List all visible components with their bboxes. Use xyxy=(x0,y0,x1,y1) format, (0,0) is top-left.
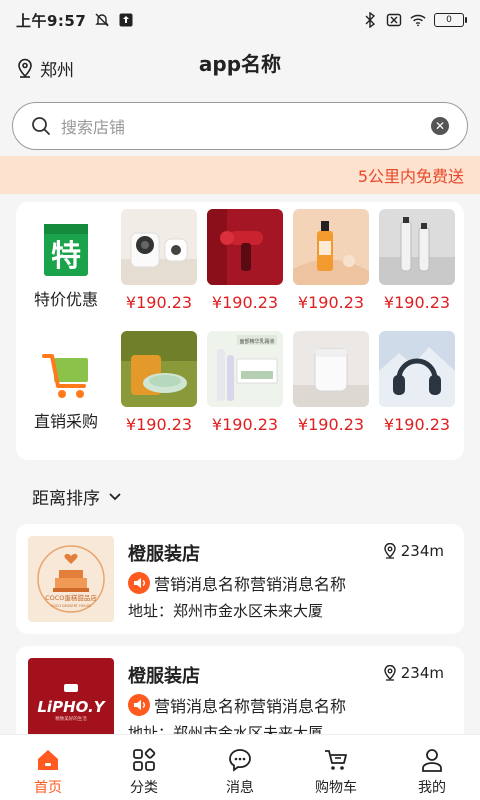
status-time: 上午9:57 xyxy=(16,11,87,30)
skincare-set-product: 面部精华乳霜液 xyxy=(207,331,283,407)
tab-label: 我的 xyxy=(418,780,446,796)
product-price: ¥190.23 xyxy=(383,415,451,434)
top-bar: 郑州 app名称 xyxy=(0,40,480,96)
green-device-product xyxy=(121,331,197,407)
clear-search-icon[interactable]: ✕ xyxy=(431,117,449,135)
category-direct-purchase[interactable]: 直销采购 xyxy=(16,324,116,444)
home-icon xyxy=(38,750,58,770)
tab-label: 购物车 xyxy=(315,780,357,796)
search-input[interactable]: 搜索店铺 ✕ xyxy=(12,102,468,150)
humidifier-product xyxy=(293,331,369,407)
shop-logo-liphoy: LiPHO.Y 精致美好的生活 xyxy=(28,658,114,744)
cart-icon xyxy=(325,750,347,770)
shop-logo-coco: COCO蛋糕甜品店 COCO DESSERT HOUSE xyxy=(28,536,114,622)
svg-text:面部精华乳霜液: 面部精华乳霜液 xyxy=(239,338,274,345)
chevron-down-icon xyxy=(109,492,121,500)
product-price: ¥190.23 xyxy=(125,293,193,312)
tab-profile[interactable]: 我的 xyxy=(384,735,480,800)
distance-sort-dropdown[interactable]: 距离排序 xyxy=(32,484,122,509)
product-item[interactable]: ¥190.23 xyxy=(293,331,369,434)
category-label: 特价优惠 xyxy=(33,290,98,309)
product-list: ¥190.23 ¥190.23 ¥190.23 ¥190.23 xyxy=(121,209,455,312)
shop-name: 橙服装店 xyxy=(128,666,200,687)
product-price: ¥190.23 xyxy=(297,415,365,434)
product-item[interactable]: ¥190.23 xyxy=(121,331,197,434)
speaker-icon xyxy=(128,694,150,716)
location-pin-icon xyxy=(384,665,396,681)
mute-bell-icon xyxy=(94,12,110,28)
tab-home[interactable]: 首页 xyxy=(0,735,96,800)
tab-cart[interactable]: 购物车 xyxy=(288,735,384,800)
shop-distance: 234m xyxy=(383,542,444,560)
shop-card[interactable]: COCO蛋糕甜品店 COCO DESSERT HOUSE 橙服装店 234m 营… xyxy=(16,524,464,634)
product-item[interactable]: ¥190.23 xyxy=(379,331,455,434)
status-bar: 上午9:57 0 xyxy=(0,0,480,40)
search-placeholder: 搜索店铺 xyxy=(61,118,126,137)
product-item[interactable]: ¥190.23 xyxy=(293,209,369,312)
sort-label: 距离排序 xyxy=(32,489,100,509)
search-icon xyxy=(32,117,50,135)
logo-subtext: COCO DESSERT HOUSE xyxy=(51,604,92,608)
upload-notification-icon xyxy=(118,12,134,28)
shop-message: 营销消息名称营销消息名称 xyxy=(128,693,346,717)
distance-value: 234m xyxy=(400,664,444,682)
svg-text:特: 特 xyxy=(51,239,81,274)
message-text: 营销消息名称营销消息名称 xyxy=(154,697,347,716)
shop-message: 营销消息名称营销消息名称 xyxy=(128,571,346,595)
free-delivery-banner: 5公里内免费送 xyxy=(0,156,480,194)
battery-icon: 0 xyxy=(434,13,467,27)
shop-distance: 234m xyxy=(383,664,444,682)
distance-value: 234m xyxy=(400,542,444,560)
shopping-cart-icon xyxy=(42,354,88,398)
no-sim-icon xyxy=(386,12,402,28)
category-icon xyxy=(133,748,156,771)
tab-message[interactable]: 消息 xyxy=(192,735,288,800)
shop-name: 橙服装店 xyxy=(128,544,200,565)
product-price: ¥190.23 xyxy=(297,293,365,312)
smart-camera-product xyxy=(121,209,197,285)
battery-level: 0 xyxy=(446,15,452,25)
category-special-offer[interactable]: 特 特价优惠 xyxy=(16,202,116,322)
message-icon xyxy=(229,749,251,772)
product-price: ¥190.23 xyxy=(125,415,193,434)
product-price: ¥190.23 xyxy=(383,293,451,312)
product-list: ¥190.23 面部精华乳霜液 ¥190.23 ¥190.23 ¥190.23 xyxy=(121,331,455,434)
headphones-product xyxy=(379,331,455,407)
product-item[interactable]: ¥190.23 xyxy=(379,209,455,312)
speaker-icon xyxy=(128,572,150,594)
tab-label: 首页 xyxy=(34,780,62,796)
shop-address: 地址：郑州市金水区未来大厦 xyxy=(128,602,324,620)
special-offer-icon: 特 xyxy=(44,224,88,276)
bottom-tab-bar: 首页 分类 消息 购物车 我的 xyxy=(0,734,480,800)
free-delivery-text: 5公里内免费送 xyxy=(357,167,464,186)
logo-text: COCO蛋糕甜品店 xyxy=(45,593,97,602)
deal-row-direct: 直销采购 ¥190.23 面部精华乳霜液 ¥190.23 ¥190.23 ¥19… xyxy=(16,324,464,444)
product-price: ¥190.23 xyxy=(211,415,279,434)
tab-label: 消息 xyxy=(226,780,254,796)
profile-icon xyxy=(422,749,442,772)
location-pin-icon xyxy=(384,543,396,559)
tab-category[interactable]: 分类 xyxy=(96,735,192,800)
deals-card: 特 特价优惠 ¥190.23 ¥190.23 ¥190.23 ¥190.23 直… xyxy=(16,202,464,460)
product-item[interactable]: 面部精华乳霜液 ¥190.23 xyxy=(207,331,283,434)
logo-subtext: 精致美好的生活 xyxy=(55,715,87,722)
serum-bottle-product xyxy=(293,209,369,285)
bluetooth-icon xyxy=(362,12,378,28)
app-title: app名称 xyxy=(198,52,282,76)
tab-label: 分类 xyxy=(130,780,158,796)
wifi-icon xyxy=(410,12,426,28)
logo-text: LiPHO.Y xyxy=(37,698,106,716)
product-item[interactable]: ¥190.23 xyxy=(121,209,197,312)
category-label: 直销采购 xyxy=(33,412,98,431)
tube-cosmetics-product xyxy=(379,209,455,285)
product-price: ¥190.23 xyxy=(211,293,279,312)
message-text: 营销消息名称营销消息名称 xyxy=(154,575,347,594)
deal-row-special: 特 特价优惠 ¥190.23 ¥190.23 ¥190.23 ¥190.23 xyxy=(16,202,464,322)
product-item[interactable]: ¥190.23 xyxy=(207,209,283,312)
massage-gun-product xyxy=(207,209,283,285)
